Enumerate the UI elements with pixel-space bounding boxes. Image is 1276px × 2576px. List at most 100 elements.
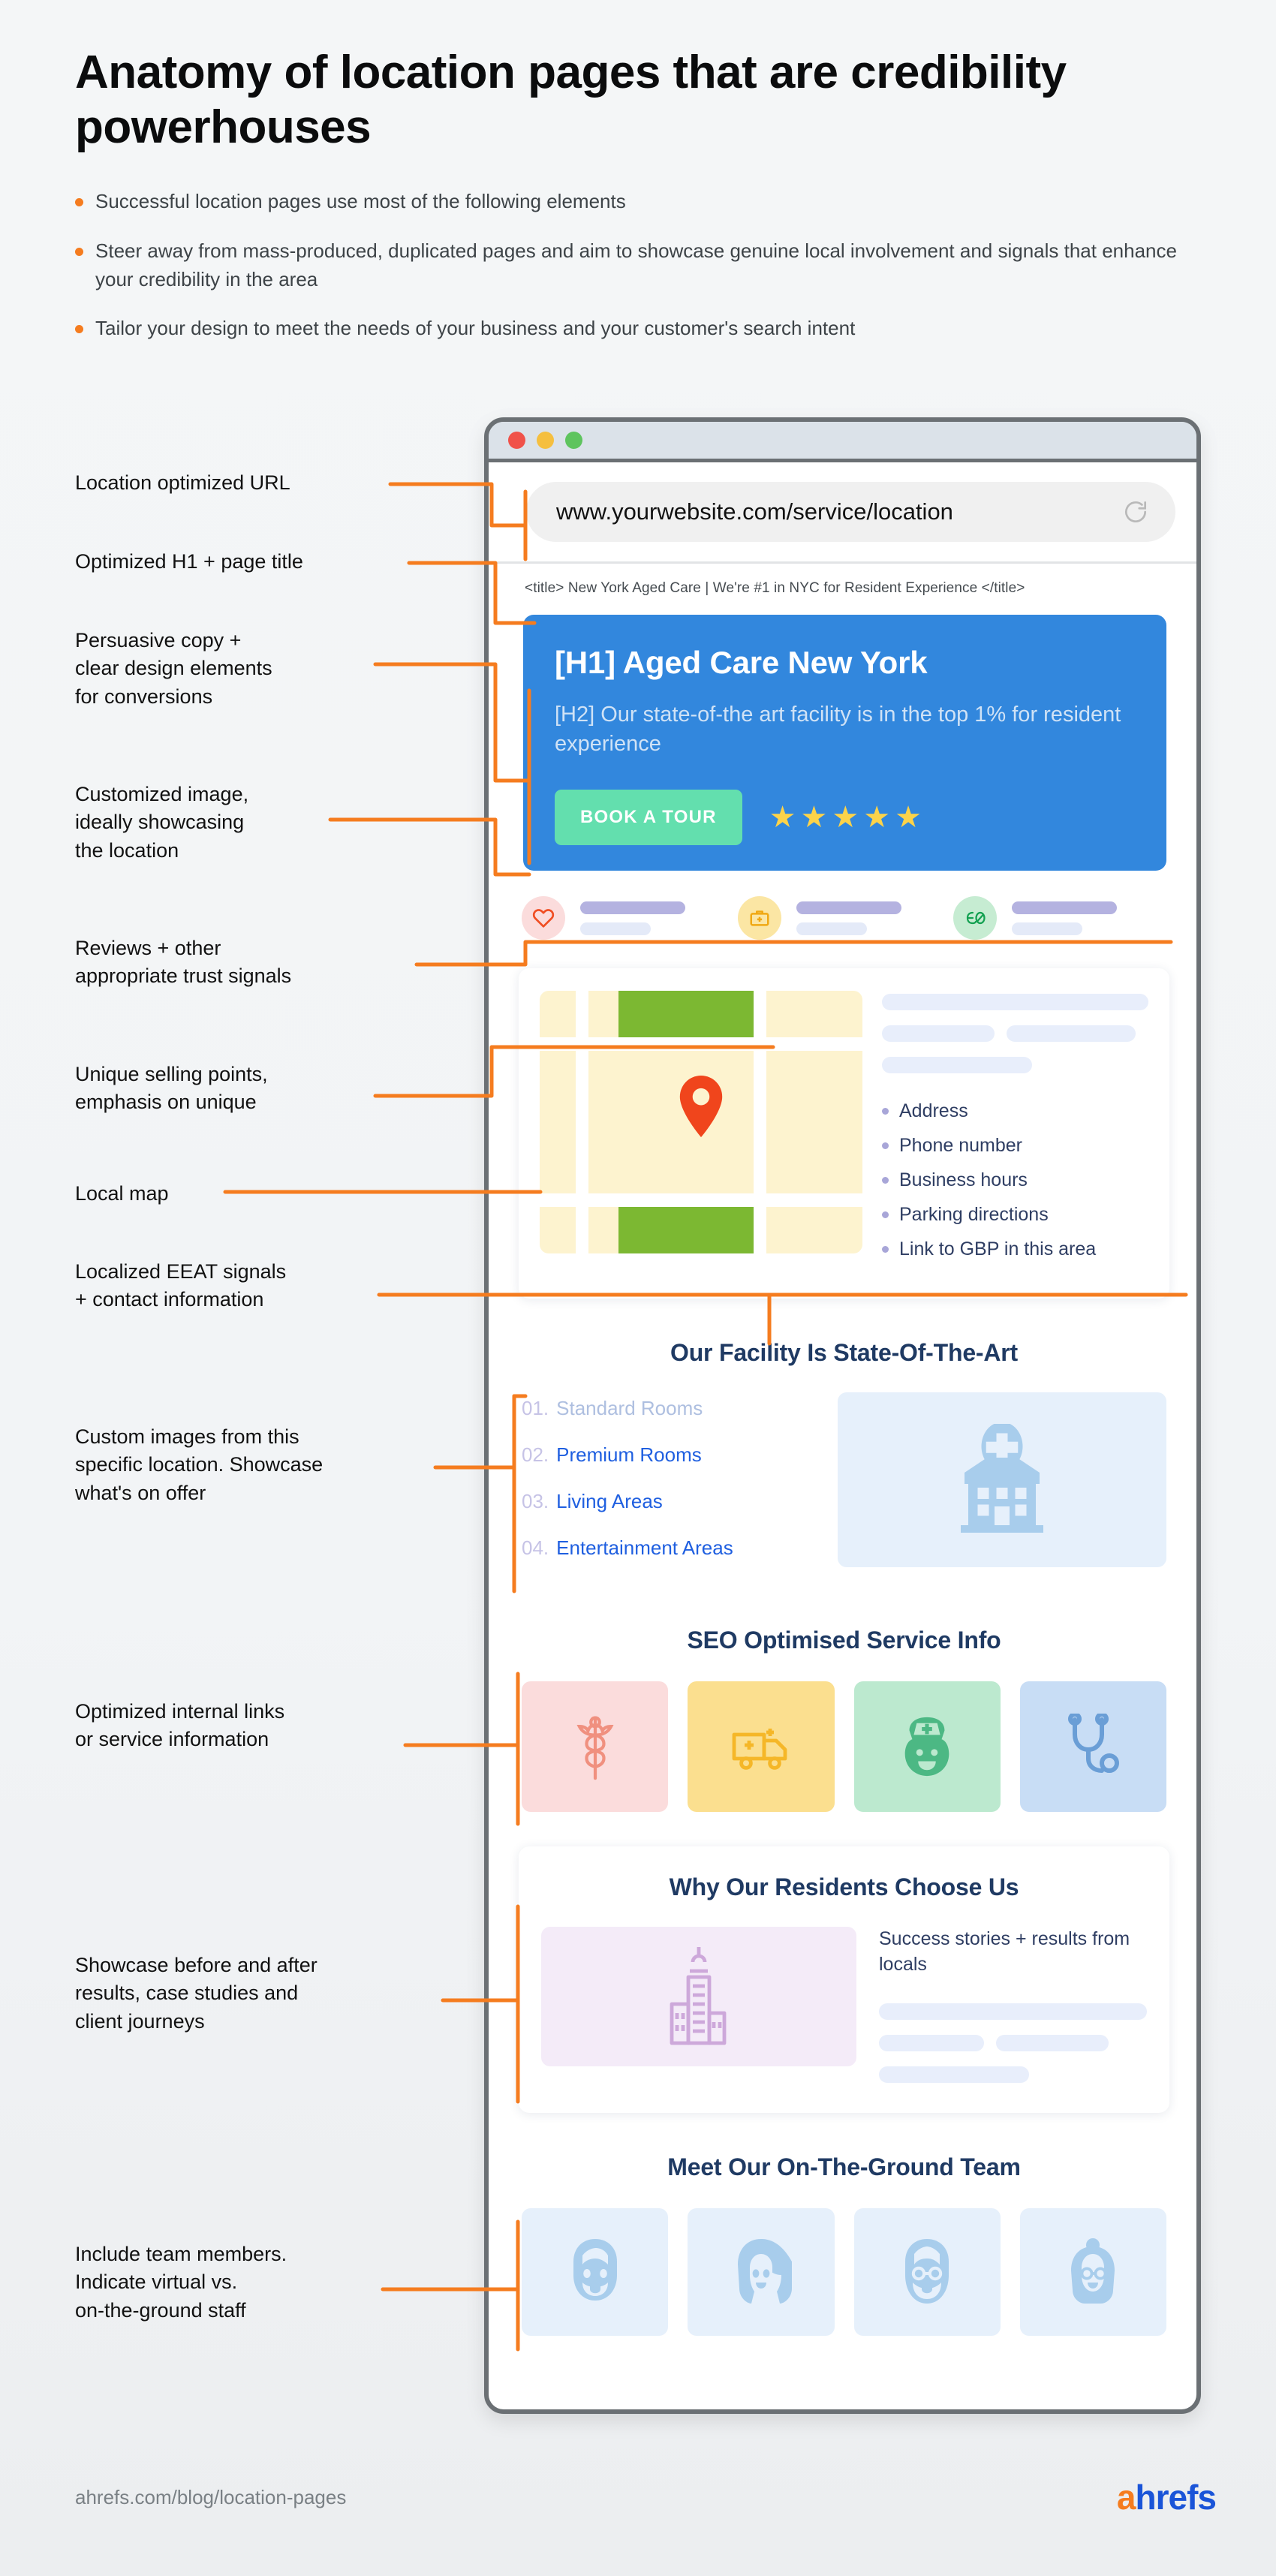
list-item-label: Phone number <box>899 1135 1023 1157</box>
trust-signals-row <box>522 896 1169 940</box>
facility-list-item[interactable]: 01. Standard Rooms <box>522 1397 808 1420</box>
list-bullet-icon <box>882 1142 889 1150</box>
annotation-label: Local map <box>75 1182 169 1205</box>
eco-leaf-icon <box>953 896 998 940</box>
page-title: Anatomy of location pages that are credi… <box>75 47 1067 154</box>
map-road <box>754 991 766 1254</box>
list-item-label: Business hours <box>899 1169 1028 1191</box>
team-member-card[interactable] <box>853 2207 1001 2336</box>
local-map[interactable] <box>540 991 862 1254</box>
stethoscope-icon <box>1068 1714 1120 1774</box>
facility-section: Our Facility Is State-Of-The-Art 01. Stan… <box>522 1339 1166 1583</box>
list-item-label: Link to GBP in this area <box>899 1238 1097 1260</box>
list-bullet-icon <box>882 1211 889 1219</box>
service-card[interactable] <box>1019 1681 1166 1813</box>
facility-item-label: Standard Rooms <box>556 1397 703 1420</box>
ahrefs-logo[interactable]: ahrefs <box>1117 2477 1217 2517</box>
hero-h2: [H2] Our state-of-the art facility is in… <box>555 703 1121 756</box>
placeholder-bar <box>796 901 901 914</box>
star-icon: ★ <box>800 801 828 835</box>
annotation-label: Location optimized URL <box>75 471 290 494</box>
nurse-icon <box>904 1717 949 1777</box>
why-text: Success stories + results from locals <box>879 1928 1130 1975</box>
placeholder-line <box>882 1057 1032 1074</box>
placeholder-line <box>879 2003 1147 2020</box>
caduceus-icon <box>576 1716 614 1780</box>
logo-rest: hrefs <box>1135 2478 1217 2517</box>
trust-signal-item[interactable] <box>737 896 954 940</box>
facility-list-item[interactable]: 04. Entertainment Areas <box>522 1536 808 1560</box>
map-pin-icon <box>679 1076 723 1138</box>
hero-cta-row: BOOK A TOUR ★ ★ ★ ★ ★ <box>555 790 1135 846</box>
section-title-facility: Our Facility Is State-Of-The-Art <box>670 1339 1018 1367</box>
hospital-building-icon <box>961 1423 1043 1533</box>
window-close-icon[interactable] <box>508 432 525 449</box>
bullet-dot-icon <box>75 198 83 207</box>
placeholder-bar <box>580 901 685 914</box>
why-choose-us-section: Why Our Residents Choose Us Success stor… <box>519 1846 1169 2113</box>
service-card[interactable] <box>853 1681 1001 1813</box>
contact-info-list: Address Phone number Business hours Park… <box>882 1100 1148 1260</box>
bullet-item: Steer away from mass-produced, duplicate… <box>75 237 1216 293</box>
placeholder-line <box>1007 1025 1136 1043</box>
placeholder-line <box>882 1025 995 1043</box>
medical-briefcase-icon <box>737 896 781 940</box>
annotation-label: Localized EEAT signals + contact informa… <box>75 1260 287 1311</box>
annotation-label: Customized image, ideally showcasing the… <box>75 783 249 862</box>
annotation-label: Unique selling points, emphasis on uniqu… <box>75 1063 268 1114</box>
facility-item-label: Premium Rooms <box>556 1443 702 1467</box>
placeholder-line <box>879 2066 1029 2083</box>
book-a-tour-button[interactable]: BOOK A TOUR <box>555 790 742 846</box>
header: Anatomy of location pages that are credi… <box>75 45 1216 364</box>
team-member-card[interactable] <box>1019 2207 1166 2336</box>
facility-list-item[interactable]: 03. Living Areas <box>522 1490 808 1513</box>
team-member-card[interactable] <box>688 2207 835 2336</box>
annotation-label: Optimized H1 + page title <box>75 550 303 573</box>
placeholder-line <box>996 2034 1109 2051</box>
trust-placeholder-bars <box>1012 901 1118 935</box>
team-member-card[interactable] <box>522 2207 669 2336</box>
trust-signal-item[interactable] <box>953 896 1169 940</box>
url-input[interactable]: www.yourwebsite.com/service/location <box>526 482 1175 542</box>
hero-h1: [H1] Aged Care New York <box>555 645 928 680</box>
list-item[interactable]: Link to GBP in this area <box>882 1238 1148 1260</box>
browser-urlbar-row: www.yourwebsite.com/service/location <box>489 462 1196 561</box>
bullet-text: Tailor your design to meet the needs of … <box>95 317 856 340</box>
map-park <box>618 991 754 1038</box>
list-item[interactable]: Business hours <box>882 1169 1148 1191</box>
annotation-label: Showcase before and after results, case … <box>75 1954 317 2033</box>
bullet-text: Steer away from mass-produced, duplicate… <box>95 239 1177 290</box>
window-minimize-icon[interactable] <box>537 432 554 449</box>
avatar-bearded-man-icon <box>573 2238 617 2301</box>
bullet-item: Tailor your design to meet the needs of … <box>75 314 1216 343</box>
heart-icon <box>522 896 565 940</box>
star-icon: ★ <box>863 801 891 835</box>
map-park <box>618 1207 754 1254</box>
list-item[interactable]: Parking directions <box>882 1204 1148 1226</box>
bullet-item: Successful location pages use most of th… <box>75 188 1216 216</box>
section-title-team: Meet Our On-The-Ground Team <box>667 2153 1021 2180</box>
placeholder-bar <box>1012 922 1083 935</box>
map-info-panel: Address Phone number Business hours Park… <box>882 991 1148 1273</box>
list-item[interactable]: Address <box>882 1100 1148 1122</box>
list-item[interactable]: Phone number <box>882 1135 1148 1157</box>
reload-icon[interactable] <box>1121 498 1150 526</box>
trust-placeholder-bars <box>580 901 685 935</box>
facility-item-number: 04. <box>522 1536 549 1560</box>
service-card[interactable] <box>688 1681 835 1813</box>
list-bullet-icon <box>882 1246 889 1253</box>
title-tag-text: <title> New York Aged Care | We're #1 in… <box>525 580 1025 596</box>
list-bullet-icon <box>882 1108 889 1115</box>
service-card[interactable] <box>522 1681 669 1813</box>
footer-url[interactable]: ahrefs.com/blog/location-pages <box>75 2486 346 2509</box>
facility-item-label: Living Areas <box>556 1490 663 1513</box>
url-text: www.yourwebsite.com/service/location <box>556 498 953 525</box>
trust-placeholder-bars <box>796 901 901 935</box>
list-bullet-icon <box>882 1177 889 1184</box>
section-title-seo: SEO Optimised Service Info <box>687 1627 1001 1654</box>
window-maximize-icon[interactable] <box>565 432 582 449</box>
facility-item-number: 01. <box>522 1397 549 1420</box>
facility-list-item[interactable]: 02. Premium Rooms <box>522 1443 808 1467</box>
avatar-bearded-glasses-man-icon <box>905 2238 949 2304</box>
trust-signal-item[interactable] <box>522 896 738 940</box>
